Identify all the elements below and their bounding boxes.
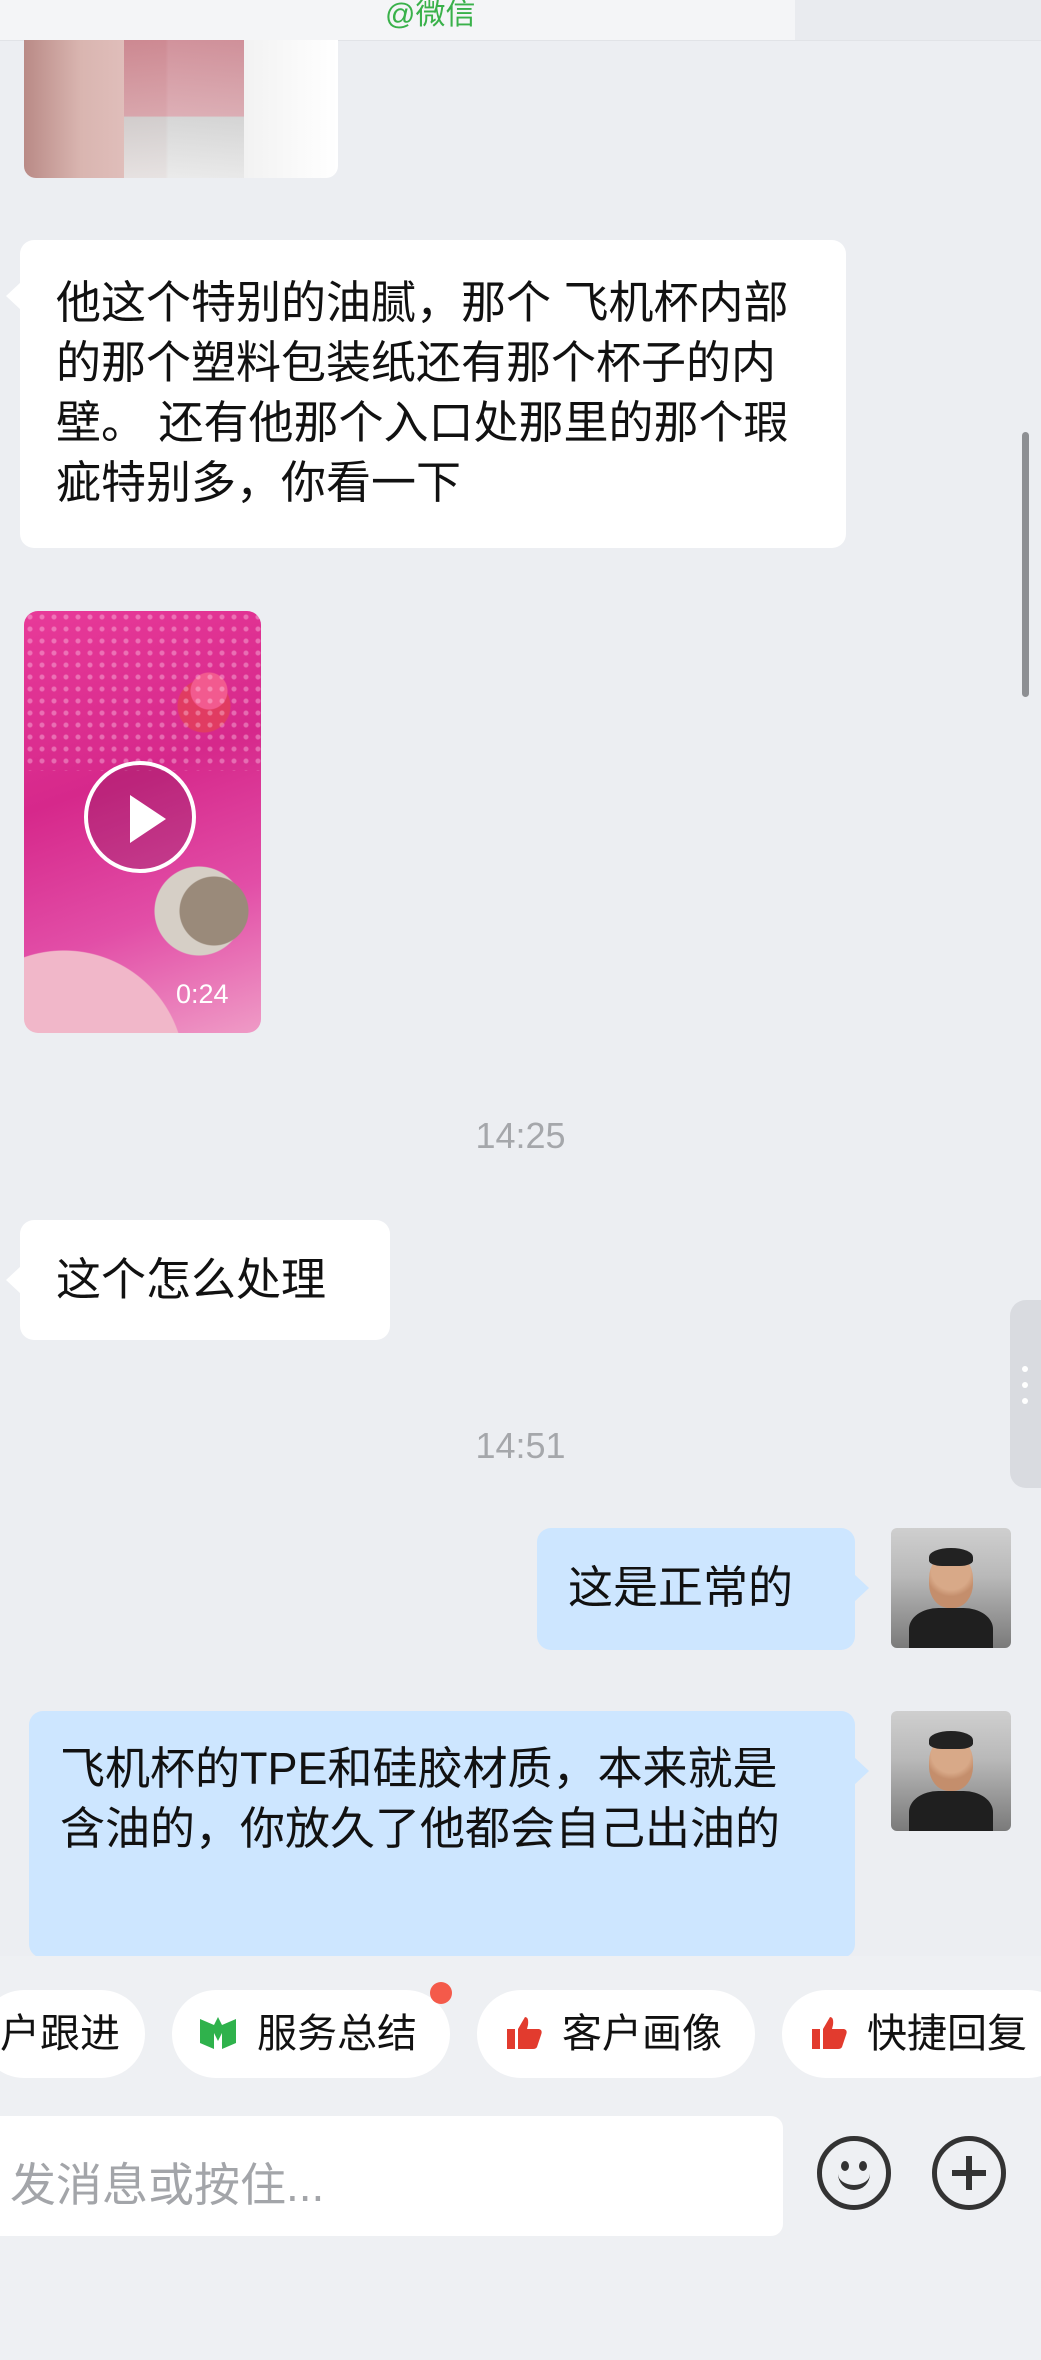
input-placeholder: 发消息或按住... xyxy=(10,2159,325,2211)
video-duration: 0:24 xyxy=(176,979,229,1009)
message-bubble-right[interactable]: 这是正常的 xyxy=(537,1528,869,1650)
message-bubble-left[interactable]: 他这个特别的油腻，那个 飞机杯内部的那个塑料包装纸还有那个杯子的内壁。 还有他那… xyxy=(6,240,846,548)
timestamp: 14:51 xyxy=(475,1425,566,1466)
video-message[interactable]: 0:24 xyxy=(24,611,261,1033)
message-text: 飞机杯的TPE和硅胶材质，本来就是含油的，你放久了他都会自己出油的 xyxy=(60,1743,781,1854)
message-bubble-left[interactable]: 这个怎么处理 xyxy=(6,1220,390,1340)
bubble-tail xyxy=(854,1574,869,1602)
bubble-tail xyxy=(6,282,21,310)
thumbs-up-icon xyxy=(507,2017,542,2049)
image-content xyxy=(124,40,244,178)
avatar[interactable] xyxy=(891,1528,1011,1648)
quick-action-customer-profile[interactable]: 客户画像 xyxy=(477,1990,755,2078)
input-bar: 发消息或按住... xyxy=(0,2080,1041,2360)
quick-action-label: 服务总结 xyxy=(257,2012,417,2056)
bubble-tail xyxy=(854,1757,869,1785)
message-text: 他这个特别的油腻，那个 飞机杯内部的那个塑料包装纸还有那个杯子的内壁。 还有他那… xyxy=(56,277,789,508)
quick-action-follow-up[interactable]: 户跟进 xyxy=(0,1990,145,2078)
quick-action-label: 客户画像 xyxy=(562,2012,722,2056)
message-input[interactable]: 发消息或按住... xyxy=(0,2116,783,2236)
avatar[interactable] xyxy=(891,1711,1011,1831)
notification-badge xyxy=(430,1982,452,2004)
plus-icon[interactable] xyxy=(932,2136,1006,2210)
quick-action-label: 户跟进 xyxy=(0,2012,120,2056)
image-message[interactable] xyxy=(24,40,338,178)
play-icon[interactable] xyxy=(84,761,196,873)
thumbs-up-icon xyxy=(812,2017,847,2049)
service-summary-icon xyxy=(200,2017,236,2049)
top-bar-right-area xyxy=(795,0,1041,40)
emoji-icon[interactable] xyxy=(817,2136,891,2210)
quick-action-service-summary[interactable]: 服务总结 xyxy=(172,1990,450,2078)
bubble-tail xyxy=(6,1266,21,1294)
top-source-bar: @微信 xyxy=(0,0,1041,41)
quick-action-label: 快捷回复 xyxy=(867,2012,1027,2056)
quick-action-quick-reply[interactable]: 快捷回复 xyxy=(782,1990,1041,2078)
message-bubble-right[interactable]: 飞机杯的TPE和硅胶材质，本来就是含油的，你放久了他都会自己出油的 xyxy=(29,1711,869,1958)
message-text: 这是正常的 xyxy=(568,1562,794,1613)
message-text: 这个怎么处理 xyxy=(56,1254,327,1305)
timestamp: 14:25 xyxy=(475,1115,566,1156)
video-thumbnail-pattern xyxy=(24,611,261,771)
side-drawer-handle[interactable] xyxy=(1010,1300,1041,1488)
source-label: @微信 xyxy=(385,0,476,31)
quick-actions-bar: 户跟进 服务总结 客户画像 快捷回复 xyxy=(0,1956,1041,2080)
scrollbar[interactable] xyxy=(1022,432,1029,697)
